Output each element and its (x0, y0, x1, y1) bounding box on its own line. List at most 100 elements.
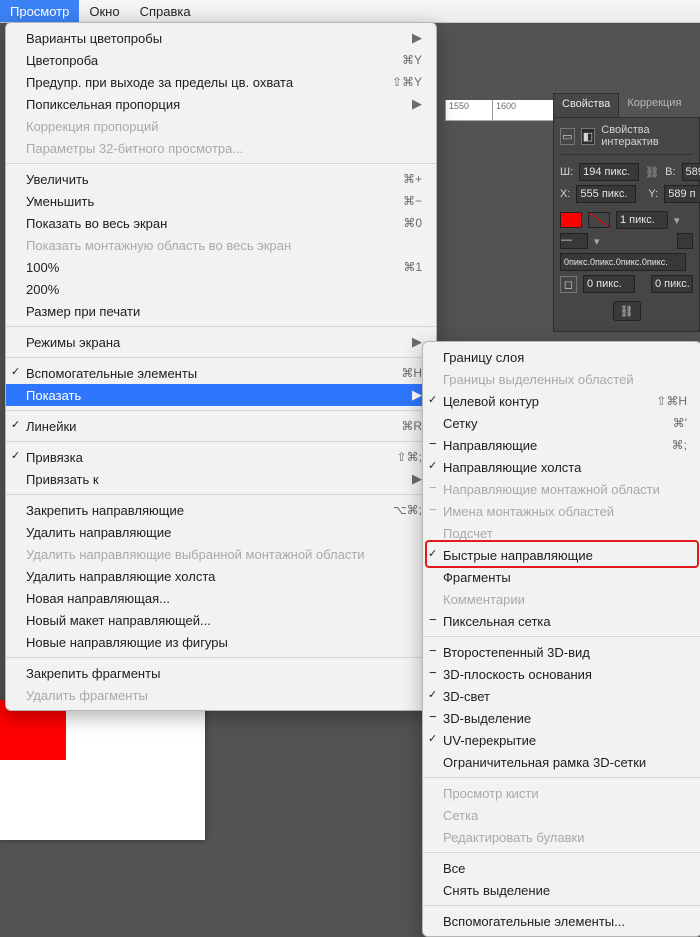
dropdown-icon[interactable]: ▾ (594, 235, 600, 248)
check-icon: ✓ (11, 449, 20, 462)
y-label: Y: (648, 188, 658, 200)
menu-gamut-warning[interactable]: Предупр. при выходе за пределы цв. охват… (6, 71, 436, 93)
menu-show[interactable]: Показать▶ (6, 384, 436, 406)
sub-3d-ground[interactable]: −3D-плоскость основания (423, 663, 700, 685)
menu-clear-sel-guides: Удалить направляющие выбранной монтажной… (6, 543, 436, 565)
ruler-horizontal[interactable]: 1550 1600 (445, 100, 565, 121)
menu-proof-setup[interactable]: Варианты цветопробы▶ (6, 27, 436, 49)
menu-new-guides-shape[interactable]: Новые направляющие из фигуры (6, 631, 436, 653)
sub-3d-mesh-bbox[interactable]: Ограничительная рамка 3D-сетки (423, 751, 700, 773)
check-icon: ✓ (428, 732, 437, 745)
sub-mesh: Сетка (423, 804, 700, 826)
check-icon: ✓ (428, 459, 437, 472)
stroke-align[interactable] (677, 233, 693, 249)
menu-100[interactable]: 100%⌘1 (6, 256, 436, 278)
stroke-style[interactable]: — (560, 233, 588, 249)
submenu-arrow-icon: ▶ (392, 30, 422, 46)
sub-artboard-guides: −Направляющие монтажной области (423, 478, 700, 500)
sub-none[interactable]: Снять выделение (423, 879, 700, 901)
menu-zoom-in[interactable]: Увеличить⌘+ (6, 168, 436, 190)
sub-artboard-names: −Имена монтажных областей (423, 500, 700, 522)
view-menu-dropdown: Варианты цветопробы▶ Цветопроба⌘Y Предуп… (5, 22, 437, 711)
stroke-width-input[interactable] (616, 211, 668, 229)
panel-tabs: Свойства Коррекция (553, 93, 700, 117)
link-corners-icon[interactable]: ⛓ (613, 301, 641, 321)
corner-radius-input-2[interactable] (651, 275, 693, 293)
sub-notes: Комментарии (423, 588, 700, 610)
dash-icon: − (429, 502, 437, 517)
menu-screen-modes[interactable]: Режимы экрана▶ (6, 331, 436, 353)
sub-3d-lights[interactable]: ✓3D-свет (423, 685, 700, 707)
dash-icon: − (429, 709, 437, 724)
menu-fit-artboard: Показать монтажную область во весь экран (6, 234, 436, 256)
link-wh-icon[interactable]: ⛓ (645, 166, 659, 179)
y-input[interactable] (664, 185, 700, 203)
sub-pixel-grid[interactable]: −Пиксельная сетка (423, 610, 700, 632)
menu-pixel-aspect[interactable]: Попиксельная пропорция▶ (6, 93, 436, 115)
dash-icon: − (429, 665, 437, 680)
fill-swatch[interactable] (560, 212, 582, 228)
width-label: Ш: (560, 166, 573, 178)
sub-selection-edges: Границы выделенных областей (423, 368, 700, 390)
menu-rulers[interactable]: ✓Линейки⌘R (6, 415, 436, 437)
x-input[interactable] (576, 185, 636, 203)
menu-extras[interactable]: ✓Вспомогательные элементы⌘H (6, 362, 436, 384)
tab-correction[interactable]: Коррекция (619, 93, 689, 117)
sub-target-path[interactable]: ✓Целевой контур⇧⌘H (423, 390, 700, 412)
panel-title: Свойства интерактив (601, 124, 693, 148)
menu-32bit: Параметры 32-битного просмотра... (6, 137, 436, 159)
menu-snap[interactable]: ✓Привязка⇧⌘; (6, 446, 436, 468)
live-shape-icon: ◧ (581, 128, 596, 145)
submenu-arrow-icon: ▶ (392, 471, 422, 487)
menu-window[interactable]: Окно (79, 0, 129, 22)
sub-slices[interactable]: Фрагменты (423, 566, 700, 588)
sub-3d-selection[interactable]: −3D-выделение (423, 707, 700, 729)
properties-panel: Свойства Коррекция ▭ ◧ Свойства интеракт… (553, 93, 700, 332)
ruler-tick: 1600 (492, 100, 539, 120)
menu-200[interactable]: 200% (6, 278, 436, 300)
dash-icon: − (429, 643, 437, 658)
check-icon: ✓ (11, 365, 20, 378)
submenu-arrow-icon: ▶ (392, 96, 422, 112)
height-input[interactable] (682, 163, 700, 181)
menu-new-guide-layout[interactable]: Новый макет направляющей... (6, 609, 436, 631)
menu-clear-canvas-guides[interactable]: Удалить направляющие холста (6, 565, 436, 587)
sub-count: Подсчет (423, 522, 700, 544)
sub-smart-guides[interactable]: ✓Быстрые направляющие (423, 544, 700, 566)
menu-lock-slices[interactable]: Закрепить фрагменты (6, 662, 436, 684)
check-icon: ✓ (11, 418, 20, 431)
width-input[interactable] (579, 163, 639, 181)
menu-lock-guides[interactable]: Закрепить направляющие⌥⌘; (6, 499, 436, 521)
shape-type-icon: ▭ (560, 128, 575, 145)
sub-guides[interactable]: −Направляющие⌘; (423, 434, 700, 456)
menu-clear-guides[interactable]: Удалить направляющие (6, 521, 436, 543)
sub-uv-overlay[interactable]: ✓UV-перекрытие (423, 729, 700, 751)
sub-3d-secondary[interactable]: −Второстепенный 3D-вид (423, 641, 700, 663)
menubar: Просмотр Окно Справка (0, 0, 700, 23)
stroke-swatch[interactable] (588, 212, 610, 228)
menu-new-guide[interactable]: Новая направляющая... (6, 587, 436, 609)
dash-icon: − (429, 480, 437, 495)
ruler-tick: 1550 (445, 100, 492, 120)
menu-help[interactable]: Справка (130, 0, 201, 22)
dash-icon: − (429, 436, 437, 451)
menu-proof-colors[interactable]: Цветопроба⌘Y (6, 49, 436, 71)
dash-icon: − (429, 612, 437, 627)
sub-extras[interactable]: Вспомогательные элементы... (423, 910, 700, 932)
sub-canvas-guides[interactable]: ✓Направляющие холста (423, 456, 700, 478)
sub-all[interactable]: Все (423, 857, 700, 879)
corners-input[interactable] (560, 253, 686, 271)
corner-radius-input[interactable] (583, 275, 635, 293)
menu-clear-slices: Удалить фрагменты (6, 684, 436, 706)
menu-view[interactable]: Просмотр (0, 0, 79, 22)
menu-snap-to[interactable]: Привязать к▶ (6, 468, 436, 490)
dropdown-icon[interactable]: ▾ (674, 214, 680, 227)
menu-fit-screen[interactable]: Показать во весь экран⌘0 (6, 212, 436, 234)
menu-print-size[interactable]: Размер при печати (6, 300, 436, 322)
sub-edit-pins: Редактировать булавки (423, 826, 700, 848)
sub-grid[interactable]: Сетку⌘' (423, 412, 700, 434)
submenu-arrow-icon: ▶ (392, 334, 422, 350)
tab-properties[interactable]: Свойства (553, 93, 619, 117)
sub-layer-edges[interactable]: Границу слоя (423, 346, 700, 368)
menu-zoom-out[interactable]: Уменьшить⌘− (6, 190, 436, 212)
